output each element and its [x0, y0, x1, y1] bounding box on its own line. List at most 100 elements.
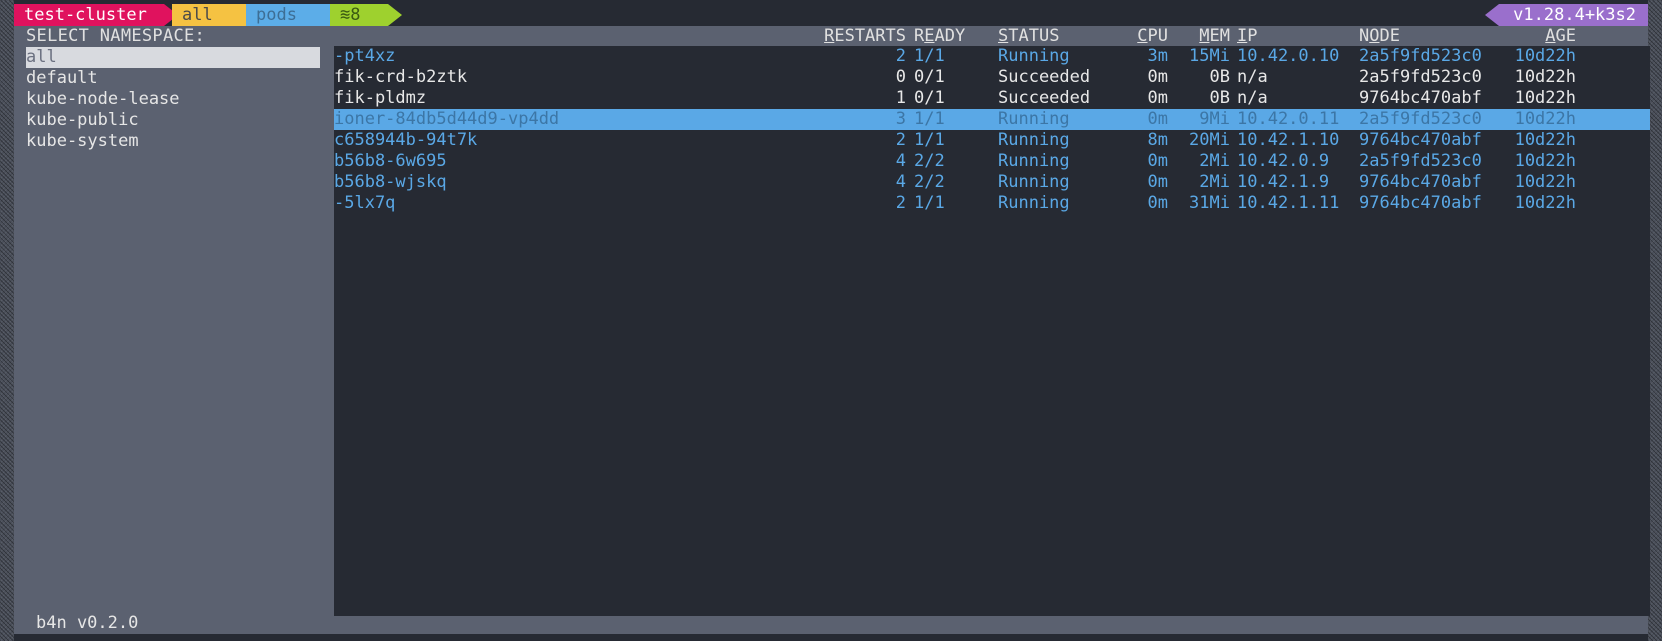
pod-ip: 10.42.1.9: [1237, 172, 1330, 192]
namespace-item-default[interactable]: default: [26, 68, 320, 89]
pod-status: Succeeded: [998, 67, 1091, 87]
column-header-cpu-rest: PU: [1147, 26, 1168, 46]
namespace-item-all[interactable]: all: [26, 47, 320, 68]
pod-ip: 10.42.0.10: [1237, 46, 1340, 66]
column-header-mem-rest: EM: [1209, 26, 1230, 46]
column-header-age[interactable]: AGE: [1508, 26, 1576, 46]
pod-restarts: 4: [895, 172, 906, 192]
pod-mem: 2Mi: [1199, 151, 1230, 171]
pod-age: 10d22h: [1514, 109, 1576, 129]
pod-ip: 10.42.1.11: [1237, 193, 1340, 213]
pod-node: 2a5f9fd523c0: [1359, 46, 1482, 66]
table-row[interactable]: -pt4xz 2 1/1 Running 3m 15Mi 10.42.0.10 …: [334, 46, 1650, 67]
hotkey-c: C: [1137, 26, 1148, 46]
namespace-item-kube-node-lease[interactable]: kube-node-lease: [26, 89, 320, 110]
pod-ready: 0/1: [914, 67, 945, 87]
pod-mem: 0B: [1209, 88, 1230, 108]
column-header-status-rest: TATUS: [1008, 26, 1060, 46]
app-version-footer: b4n v0.2.0: [36, 613, 139, 633]
pod-status: Running: [998, 172, 1070, 192]
hotkey-a: A: [1545, 26, 1556, 46]
hotkey-m: M: [1199, 26, 1210, 46]
pod-node: 9764bc470abf: [1359, 88, 1482, 108]
pod-node: 2a5f9fd523c0: [1359, 151, 1482, 171]
pod-status: Running: [998, 193, 1070, 213]
right-border: [1648, 0, 1662, 641]
hotkey-e: E: [924, 26, 935, 46]
pod-cpu: 8m: [1147, 130, 1168, 150]
pod-ready: 1/1: [914, 193, 945, 213]
pod-name: b56b8-6w695: [334, 151, 447, 171]
namespace-list: all default kube-node-lease kube-public …: [26, 47, 320, 152]
pod-age: 10d22h: [1514, 88, 1576, 108]
pod-name: c658944b-94t7k: [334, 130, 478, 150]
column-header-restarts-rest: ESTARTS: [834, 26, 906, 46]
column-header-age-rest: GE: [1555, 26, 1576, 46]
pod-name: fik-pldmz: [334, 88, 427, 108]
pod-restarts: 2: [895, 46, 906, 66]
table-row[interactable]: fik-pldmz 1 0/1 Succeeded 0m 0B n/a 9764…: [334, 88, 1650, 109]
main-frame: SELECT NAMESPACE: RESTARTS READY STATUS …: [14, 26, 1650, 634]
pod-status: Running: [998, 46, 1070, 66]
pods-table-header: RESTARTS READY STATUS CPU MEM IP NODE AG…: [14, 26, 1654, 46]
column-header-restarts[interactable]: RESTARTS: [814, 26, 906, 46]
pod-restarts: 0: [895, 67, 906, 87]
pod-node: 2a5f9fd523c0: [1359, 67, 1482, 87]
pod-name: -pt4xz: [334, 46, 396, 66]
pod-name: b56b8-wjskq: [334, 172, 447, 192]
pod-age: 10d22h: [1514, 130, 1576, 150]
hotkey-r: R: [824, 26, 835, 46]
pod-age: 10d22h: [1514, 151, 1576, 171]
pod-name: fik-crd-b2ztk: [334, 67, 468, 87]
column-header-ready-rest: ADY: [934, 26, 966, 46]
pod-ready: 2/2: [914, 172, 945, 192]
pod-node: 9764bc470abf: [1359, 193, 1482, 213]
pod-status: Running: [998, 151, 1070, 171]
pod-mem: 31Mi: [1189, 193, 1230, 213]
column-header-ready-pre: R: [914, 26, 925, 46]
breadcrumb-count: ≋8: [330, 4, 402, 26]
pod-cpu: 0m: [1147, 151, 1168, 171]
namespace-item-kube-public[interactable]: kube-public: [26, 110, 320, 131]
pod-ready: 1/1: [914, 46, 945, 66]
pod-mem: 15Mi: [1189, 46, 1230, 66]
pod-cpu: 0m: [1147, 67, 1168, 87]
column-header-cpu[interactable]: CPU: [1124, 26, 1168, 46]
pod-mem: 2Mi: [1199, 172, 1230, 192]
column-header-status[interactable]: STATUS: [998, 26, 1059, 46]
pod-status: Succeeded: [998, 88, 1091, 108]
table-row[interactable]: b56b8-wjskq 4 2/2 Running 0m 2Mi 10.42.1…: [334, 172, 1650, 193]
pod-ip: n/a: [1237, 67, 1268, 87]
pod-cpu: 0m: [1147, 88, 1168, 108]
pod-mem: 9Mi: [1199, 109, 1230, 129]
pod-restarts: 2: [895, 130, 906, 150]
namespace-item-kube-system[interactable]: kube-system: [26, 131, 320, 152]
table-row[interactable]: c658944b-94t7k 2 1/1 Running 8m 20Mi 10.…: [334, 130, 1650, 151]
table-row[interactable]: -5lx7q 2 1/1 Running 0m 31Mi 10.42.1.11 …: [334, 193, 1650, 214]
pod-age: 10d22h: [1514, 46, 1576, 66]
column-header-node[interactable]: NODE: [1359, 26, 1400, 46]
column-header-ready[interactable]: READY: [914, 26, 965, 46]
column-header-mem[interactable]: MEM: [1174, 26, 1230, 46]
table-row-selected[interactable]: ioner-84db5d44d9-vp4dd 3 1/1 Running 0m …: [334, 109, 1650, 130]
pod-name: -5lx7q: [334, 193, 396, 213]
column-header-ip[interactable]: IP: [1237, 26, 1258, 46]
hotkey-o: O: [1369, 26, 1380, 46]
breadcrumb-cluster: test-cluster: [14, 4, 178, 26]
pod-mem: 20Mi: [1189, 130, 1230, 150]
pod-node: 2a5f9fd523c0: [1359, 109, 1482, 129]
breadcrumb-resource: pods: [246, 4, 348, 26]
pod-node: 9764bc470abf: [1359, 172, 1482, 192]
pod-ip: 10.42.1.10: [1237, 130, 1340, 150]
pod-status: Running: [998, 109, 1070, 129]
column-header-node-rest: DE: [1379, 26, 1400, 46]
pod-status: Running: [998, 130, 1070, 150]
pod-mem: 0B: [1209, 67, 1230, 87]
pod-age: 10d22h: [1514, 67, 1576, 87]
pod-ip: 10.42.0.9: [1237, 151, 1330, 171]
table-row[interactable]: b56b8-6w695 4 2/2 Running 0m 2Mi 10.42.0…: [334, 151, 1650, 172]
pod-cpu: 0m: [1147, 172, 1168, 192]
pod-age: 10d22h: [1514, 193, 1576, 213]
hotkey-s: S: [998, 26, 1009, 46]
table-row[interactable]: fik-crd-b2ztk 0 0/1 Succeeded 0m 0B n/a …: [334, 67, 1650, 88]
